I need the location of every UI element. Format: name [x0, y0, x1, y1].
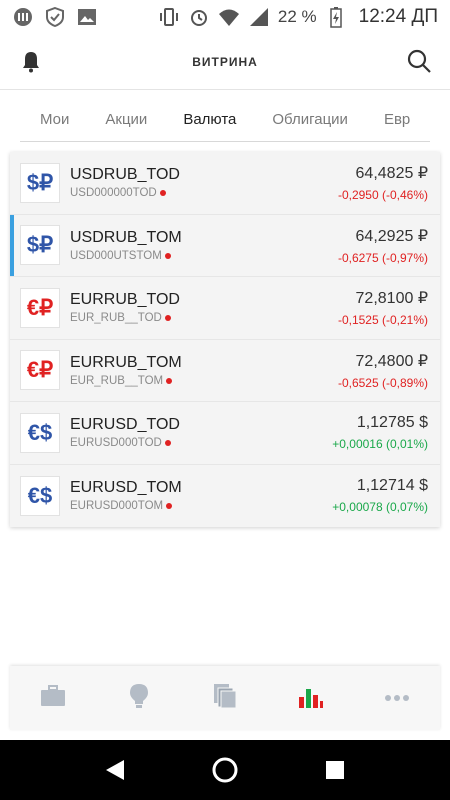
instrument-code: EURUSD000TOM [70, 500, 182, 512]
back-icon[interactable] [95, 750, 135, 790]
instrument-code: USD000000TOD [70, 187, 180, 199]
code-text: EUR_RUB__TOD [70, 312, 162, 325]
home-icon[interactable] [205, 750, 245, 790]
tab-label: Валюта [183, 111, 237, 128]
status-dot [159, 190, 166, 197]
bell-icon[interactable] [20, 50, 42, 74]
list-item[interactable]: €$ EURUSD_TOD EURUSD000TOD 1,12785 $ +0,… [10, 402, 440, 465]
documents-icon [213, 683, 237, 714]
image-icon [76, 6, 98, 28]
nav-portfolio-button[interactable] [23, 673, 83, 723]
tab-currency[interactable]: Валюта [165, 98, 255, 141]
price-change: -0,1525 (-0,21%) [337, 313, 428, 328]
search-icon[interactable] [406, 48, 432, 74]
list-item[interactable]: €₽ EURRUB_TOD EUR_RUB__TOD 72,8100 ₽ -0,… [10, 277, 440, 340]
list-item[interactable]: €₽ EURRUB_TOM EUR_RUB__TOM 72,4800 ₽ -0,… [10, 339, 440, 402]
ticker: EURUSD_TOD [70, 416, 180, 434]
ticker: USDRUB_TOD [70, 166, 180, 184]
more-icon [384, 689, 410, 707]
nav-market-button[interactable] [281, 673, 341, 723]
usd-rub-icon: $₽ [20, 225, 60, 266]
status-dot [164, 252, 171, 259]
wifi-icon [218, 6, 240, 28]
eur-usd-icon: €$ [20, 412, 60, 453]
price-change: -0,6275 (-0,97%) [337, 250, 428, 265]
shield-check-icon [44, 6, 66, 28]
ticker: USDRUB_TOM [70, 228, 182, 246]
tab-label: Облигации [272, 111, 348, 128]
status-dot [166, 377, 173, 384]
status-dot [164, 440, 171, 447]
clock: 12:24 ДП [358, 6, 438, 27]
price-change: -0,6525 (-0,89%) [337, 375, 428, 390]
code-text: USD000UTSTOM [70, 249, 162, 262]
list-item[interactable]: €$ EURUSD_TOM EURUSD000TOM 1,12714 $ +0,… [10, 464, 440, 527]
eur-rub-icon: €₽ [20, 350, 60, 391]
eur-rub-icon: €₽ [20, 287, 60, 328]
bottom-nav [10, 666, 440, 730]
instrument-code: EURUSD000TOD [70, 437, 180, 449]
tab-euro[interactable]: Евр [366, 98, 428, 141]
tab-label: Мои [40, 111, 70, 128]
alarm-icon [188, 6, 210, 28]
tab-label: Акции [105, 111, 148, 128]
price: 1,12785 $ [356, 414, 428, 432]
nav-ideas-button[interactable] [109, 673, 169, 723]
app-bar: ВИТРИНА [0, 34, 450, 90]
price-change: +0,00078 (0,07%) [332, 500, 428, 515]
bar-chart-icon [298, 683, 324, 714]
code-text: EURUSD000TOM [70, 500, 164, 513]
ticker: EURUSD_TOM [70, 479, 182, 497]
price: 64,2925 ₽ [355, 227, 428, 245]
category-tabs: Мои Акции Валюта Облигации Евр [20, 98, 430, 142]
recent-apps-icon[interactable] [315, 750, 355, 790]
status-bar: 22 % 12:24 ДП [0, 0, 450, 34]
tab-bonds[interactable]: Облигации [254, 98, 366, 141]
price: 72,8100 ₽ [355, 290, 428, 308]
list-item[interactable]: $₽ USDRUB_TOD USD000000TOD 64,4825 ₽ -0,… [10, 152, 440, 215]
status-dot [166, 503, 173, 510]
battery-charging-icon [325, 6, 347, 28]
code-text: EURUSD000TOD [70, 437, 162, 450]
price: 64,4825 ₽ [355, 165, 428, 183]
nav-more-button[interactable] [367, 673, 427, 723]
tab-stocks[interactable]: Акции [87, 98, 165, 141]
instrument-code: EUR_RUB__TOM [70, 375, 182, 387]
tab-my[interactable]: Мои [20, 98, 87, 141]
battery-percent: 22 % [277, 7, 317, 26]
list-item[interactable]: $₽ USDRUB_TOM USD000UTSTOM 64,2925 ₽ -0,… [10, 214, 440, 277]
price-change: -0,2950 (-0,46%) [337, 188, 428, 203]
code-text: EUR_RUB__TOM [70, 374, 164, 387]
usd-rub-icon: $₽ [20, 162, 60, 203]
status-dot [164, 315, 171, 322]
signal-icon [248, 6, 270, 28]
price: 72,4800 ₽ [355, 352, 428, 370]
eur-usd-icon: €$ [20, 475, 60, 516]
tab-label: Евр [383, 111, 411, 128]
instrument-code: USD000UTSTOM [70, 250, 182, 262]
briefcase-icon [40, 684, 66, 713]
instrument-list: $₽ USDRUB_TOD USD000000TOD 64,4825 ₽ -0,… [10, 152, 440, 527]
price-change: +0,00016 (0,01%) [332, 437, 428, 452]
nav-documents-button[interactable] [195, 673, 255, 723]
app-notification-icon [12, 6, 34, 28]
system-navigation-bar [0, 740, 450, 800]
lightbulb-icon [128, 683, 150, 714]
instrument-code: EUR_RUB__TOD [70, 312, 180, 324]
page-title: ВИТРИНА [192, 54, 258, 69]
ticker: EURRUB_TOD [70, 291, 180, 309]
ticker: EURRUB_TOM [70, 353, 182, 371]
code-text: USD000000TOD [70, 187, 157, 200]
price: 1,12714 $ [356, 477, 428, 495]
vibrate-icon [158, 6, 180, 28]
